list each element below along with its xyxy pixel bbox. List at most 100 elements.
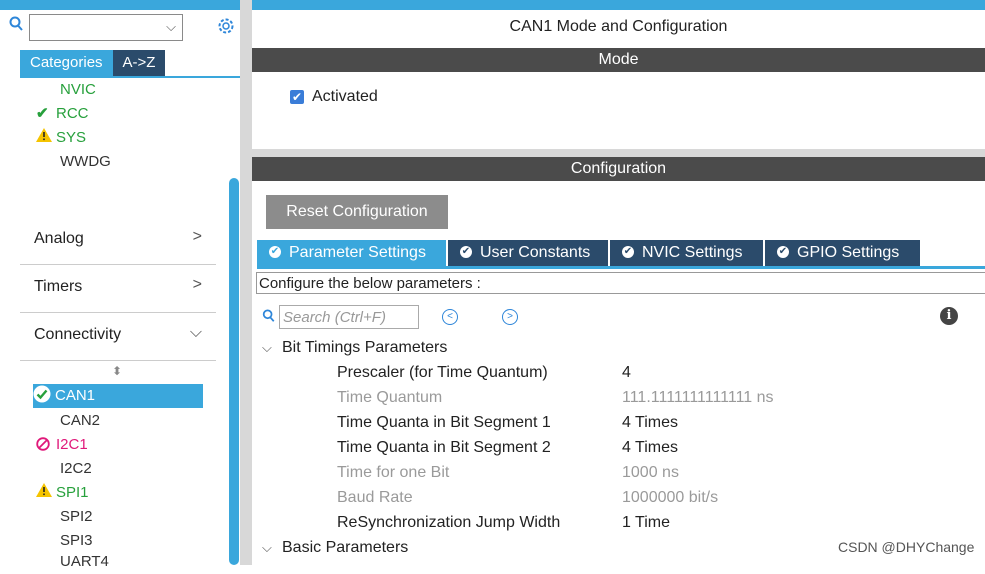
left-panel: ⌵ Categories A->Z NVIC ✔ RCC SYS WWDG Ana… <box>0 0 240 570</box>
tree-item-label: SPI3 <box>60 532 93 549</box>
section-basic-parameters[interactable]: ⌵ Basic Parameters <box>262 535 408 560</box>
tree-item-rcc[interactable]: ✔ RCC <box>36 102 89 126</box>
param-value[interactable]: 4 Times <box>622 410 678 435</box>
right-top-bar <box>252 0 985 10</box>
tab-label: Parameter Settings <box>289 244 426 261</box>
tree-item-i2c1[interactable]: I2C1 <box>36 433 88 457</box>
tree-item-label: WWDG <box>60 153 111 170</box>
check-circle-icon <box>33 384 55 408</box>
chevron-down-icon: ⌵ <box>262 340 272 355</box>
activated-checkbox[interactable]: ✔ <box>290 90 304 104</box>
category-search-input[interactable]: ⌵ <box>29 14 183 41</box>
section-gap <box>252 149 985 157</box>
param-value[interactable]: 4 Times <box>622 435 678 460</box>
chevron-right-icon: > <box>192 276 202 293</box>
check-circle-icon: ✔ <box>777 245 789 258</box>
left-scrollbar[interactable] <box>229 178 239 565</box>
tree-item-i2c2[interactable]: I2C2 <box>60 457 92 481</box>
sort-icon[interactable]: ⬍ <box>112 364 122 378</box>
search-icon[interactable] <box>262 309 275 326</box>
configuration-header: Configuration <box>252 157 985 181</box>
param-value: 1000000 bit/s <box>622 489 719 506</box>
param-value: 1000 ns <box>622 464 679 481</box>
chevron-down-icon[interactable]: ⌵ <box>166 19 176 35</box>
group-analog[interactable]: Analog > <box>20 216 216 265</box>
group-connectivity[interactable]: Connectivity ⌵ <box>20 312 216 361</box>
next-match-button[interactable]: > <box>502 309 518 325</box>
group-timers[interactable]: Timers > <box>20 264 216 313</box>
warning-icon <box>36 481 56 505</box>
config-hint: Configure the below parameters : <box>256 272 985 294</box>
tree-item-can2[interactable]: CAN2 <box>60 409 100 433</box>
param-name: Time Quantum <box>337 389 443 406</box>
tab-underline <box>20 76 240 78</box>
check-circle-icon: ✔ <box>460 245 472 258</box>
tab-label: User Constants <box>480 244 591 261</box>
previous-match-button[interactable]: < <box>442 309 458 325</box>
tab-label: GPIO Settings <box>797 244 900 261</box>
param-name: ReSynchronization Jump Width <box>337 514 561 531</box>
tab-user-constants[interactable]: ✔ User Constants <box>448 240 608 266</box>
tree-item-label: CAN1 <box>55 387 96 404</box>
tree-item-label: I2C1 <box>56 436 88 453</box>
tree-item-can1[interactable]: CAN1 <box>33 384 203 408</box>
check-circle-icon: ✔ <box>269 245 281 258</box>
check-circle-icon: ✔ <box>622 245 634 258</box>
info-icon[interactable]: i <box>940 307 958 325</box>
parameter-search-input[interactable]: Search (Ctrl+F) <box>279 305 419 329</box>
chevron-down-icon: ⌵ <box>262 540 272 555</box>
section-label: Basic Parameters <box>282 539 409 556</box>
param-value[interactable]: 4 <box>622 360 631 385</box>
tab-underline <box>257 266 985 269</box>
category-search: ⌵ <box>9 14 189 41</box>
param-name: Time Quanta in Bit Segment 1 <box>337 414 551 431</box>
mode-header: Mode <box>252 48 985 72</box>
tree-item-label: SPI1 <box>56 484 89 501</box>
tab-categories[interactable]: Categories <box>20 50 113 76</box>
param-value: 111.1111111111111 ns <box>622 389 774 406</box>
left-top-bar <box>0 0 240 10</box>
group-label: Timers <box>34 278 83 295</box>
category-tabs: Categories A->Z <box>20 50 166 76</box>
tree-item-label: NVIC <box>60 81 96 98</box>
activated-label[interactable]: Activated <box>312 88 378 106</box>
warning-icon <box>36 126 56 150</box>
tree-item-label: RCC <box>56 105 89 122</box>
chevron-down-icon: ⌵ <box>189 324 202 341</box>
group-label: Analog <box>34 230 84 247</box>
tree-item-sys[interactable]: SYS <box>36 126 86 150</box>
forbidden-icon <box>36 433 56 457</box>
group-label: Connectivity <box>34 326 122 343</box>
tab-parameter-settings[interactable]: ✔ Parameter Settings <box>257 240 446 266</box>
mode-area <box>252 72 985 149</box>
tree-item-uart4[interactable]: UART4 <box>60 550 109 574</box>
gear-icon[interactable] <box>216 16 236 40</box>
check-icon: ✔ <box>36 105 49 122</box>
tree-item-label: I2C2 <box>60 460 92 477</box>
tree-item-nvic[interactable]: NVIC <box>60 78 96 102</box>
section-label: Bit Timings Parameters <box>282 339 448 356</box>
tab-a-z[interactable]: A->Z <box>112 50 166 76</box>
param-name: Prescaler (for Time Quantum) <box>337 364 548 381</box>
param-name: Time for one Bit <box>337 464 450 481</box>
tab-nvic-settings[interactable]: ✔ NVIC Settings <box>610 240 763 266</box>
tree-item-label: SPI2 <box>60 508 93 525</box>
panel-divider[interactable] <box>240 0 252 565</box>
tree-item-spi1[interactable]: SPI1 <box>36 481 89 505</box>
section-bit-timings[interactable]: ⌵ Bit Timings Parameters <box>262 335 447 360</box>
tree-item-label: CAN2 <box>60 412 101 429</box>
reset-configuration-button[interactable]: Reset Configuration <box>266 195 448 229</box>
watermark: CSDN @DHYChange <box>838 539 975 555</box>
param-name: Time Quanta in Bit Segment 2 <box>337 439 551 456</box>
tree-item-label: SYS <box>56 129 87 146</box>
chevron-right-icon: > <box>192 228 202 245</box>
param-value[interactable]: 1 Time <box>622 510 670 535</box>
tree-item-wwdg[interactable]: WWDG <box>60 150 111 174</box>
search-icon[interactable] <box>9 16 23 36</box>
tab-gpio-settings[interactable]: ✔ GPIO Settings <box>765 240 920 266</box>
tree-item-label: UART4 <box>60 553 109 570</box>
page-title: CAN1 Mode and Configuration <box>509 18 728 35</box>
tab-label: NVIC Settings <box>642 244 743 261</box>
param-name: Baud Rate <box>337 489 413 506</box>
tree-item-spi2[interactable]: SPI2 <box>60 505 93 529</box>
